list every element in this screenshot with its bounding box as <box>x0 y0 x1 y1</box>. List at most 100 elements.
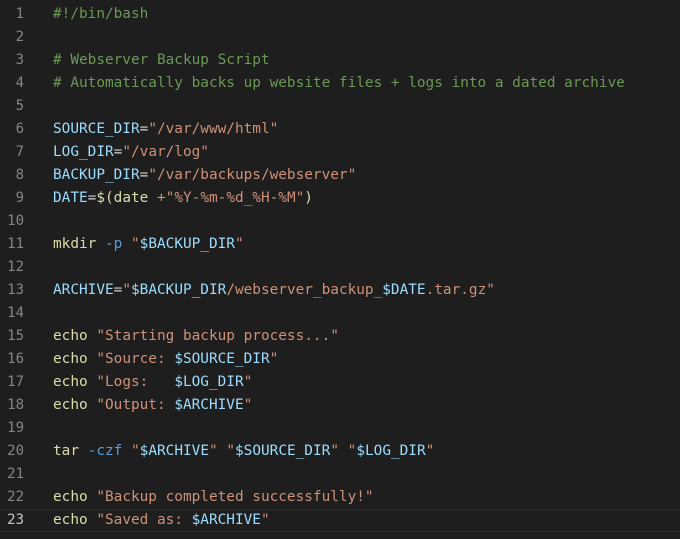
line-number: 7 <box>15 144 24 160</box>
code-text: ARCHIVE="$BACKUP_DIR/webserver_backup_$D… <box>53 279 495 302</box>
code-token: " <box>131 236 140 252</box>
code-token: " <box>243 374 253 390</box>
code-token: echo <box>53 328 88 344</box>
code-text: echo "Backup completed successfully!" <box>53 486 374 509</box>
code-line[interactable]: 18 echo "Output: $ARCHIVE" <box>0 394 680 417</box>
line-number: 5 <box>15 98 24 114</box>
code-token: # Automatically backs up website files +… <box>53 75 625 91</box>
code-token: echo <box>53 374 88 390</box>
code-token: " <box>243 397 253 413</box>
code-token: " <box>330 443 339 459</box>
code-token: " <box>226 443 235 459</box>
code-token: $ARCHIVE <box>174 397 244 413</box>
code-line[interactable]: 15 echo "Starting backup process..." <box>0 325 680 348</box>
code-line[interactable]: 14 <box>0 302 680 325</box>
code-token: "/var/www/html" <box>148 121 279 137</box>
code-token: #!/bin/bash <box>53 6 149 22</box>
code-token: /webserver_backup_ <box>226 282 383 298</box>
code-text: mkdir -p "$BACKUP_DIR" <box>53 233 244 256</box>
code-line[interactable]: 8 BACKUP_DIR="/var/backups/webserver" <box>0 164 680 187</box>
code-text: tar -czf "$ARCHIVE" "$SOURCE_DIR" "$LOG_… <box>53 440 434 463</box>
code-token: " <box>131 443 140 459</box>
code-text: BACKUP_DIR="/var/backups/webserver" <box>53 164 356 187</box>
line-number: 3 <box>15 52 24 68</box>
code-token: DATE <box>53 190 88 206</box>
code-token: $LOG_DIR <box>356 443 426 459</box>
code-line[interactable]: 3 # Webserver Backup Script <box>0 49 680 72</box>
code-line[interactable]: 12 <box>0 256 680 279</box>
code-token: "%Y-%m-%d_%H-%M" <box>165 190 305 206</box>
code-line[interactable]: 20 tar -czf "$ARCHIVE" "$SOURCE_DIR" "$LO… <box>0 440 680 463</box>
code-token: $SOURCE_DIR <box>174 351 270 367</box>
code-line[interactable]: 13 ARCHIVE="$BACKUP_DIR/webserver_backup_… <box>0 279 680 302</box>
code-token: $SOURCE_DIR <box>235 443 331 459</box>
code-token: $ <box>96 190 105 206</box>
code-token: ( <box>105 190 114 206</box>
code-token: = <box>139 121 149 137</box>
code-text: #!/bin/bash <box>53 3 148 26</box>
code-line[interactable]: 21 <box>0 463 680 486</box>
line-number: 14 <box>7 305 24 321</box>
code-editor[interactable]: 1 #!/bin/bash 2 3 # Webserver Backup Script 4… <box>0 0 680 539</box>
line-number: 9 <box>15 190 24 206</box>
line-number: 2 <box>15 29 24 45</box>
code-line[interactable]: 5 <box>0 95 680 118</box>
code-text: LOG_DIR="/var/log" <box>53 141 209 164</box>
line-number: 10 <box>7 213 24 229</box>
code-text: echo "Saved as: $ARCHIVE" <box>53 510 270 531</box>
code-line[interactable]: 9 DATE=$(date +"%Y-%m-%d_%H-%M") <box>0 187 680 210</box>
code-text: echo "Starting backup process..." <box>53 325 339 348</box>
code-text: DATE=$(date +"%Y-%m-%d_%H-%M") <box>53 187 313 210</box>
code-token: "Saved as: <box>96 512 192 528</box>
code-token: "/var/backups/webserver" <box>148 167 357 183</box>
code-line[interactable]: 7 LOG_DIR="/var/log" <box>0 141 680 164</box>
code-line[interactable]: 17 echo "Logs: $LOG_DIR" <box>0 371 680 394</box>
code-token: "Output: <box>96 397 175 413</box>
code-token: $LOG_DIR <box>174 374 244 390</box>
code-line[interactable]: 4 # Automatically backs up website files … <box>0 72 680 95</box>
code-line[interactable]: 16 echo "Source: $SOURCE_DIR" <box>0 348 680 371</box>
code-text: SOURCE_DIR="/var/www/html" <box>53 118 278 141</box>
code-token: -czf <box>87 443 123 459</box>
line-number: 6 <box>15 121 24 137</box>
code-token: "/var/log" <box>122 144 209 160</box>
code-token: "Backup completed successfully!" <box>96 489 374 505</box>
code-token: " <box>269 351 279 367</box>
code-token: " <box>260 512 270 528</box>
code-line[interactable]: 19 <box>0 417 680 440</box>
line-number: 23 <box>7 512 24 528</box>
code-token: " <box>425 443 435 459</box>
code-line[interactable]: 23 echo "Saved as: $ARCHIVE" <box>0 509 680 532</box>
code-line[interactable]: 11 mkdir -p "$BACKUP_DIR" <box>0 233 680 256</box>
code-line[interactable]: 10 <box>0 210 680 233</box>
code-token: tar <box>53 443 79 459</box>
line-number: 4 <box>15 75 24 91</box>
line-number: 21 <box>7 466 24 482</box>
code-text: # Webserver Backup Script <box>53 49 270 72</box>
code-token: SOURCE_DIR <box>53 121 140 137</box>
code-token: BACKUP_DIR <box>53 167 140 183</box>
code-line[interactable]: 2 <box>0 26 680 49</box>
code-token: echo <box>53 489 88 505</box>
code-token: = <box>139 167 149 183</box>
code-line[interactable]: 6 SOURCE_DIR="/var/www/html" <box>0 118 680 141</box>
code-token: "Source: <box>96 351 175 367</box>
code-token: $BACKUP_DIR <box>139 236 235 252</box>
code-line[interactable]: 22 echo "Backup completed successfully!" <box>0 486 680 509</box>
code-line[interactable]: 1 #!/bin/bash <box>0 3 680 26</box>
code-token: echo <box>53 512 88 528</box>
line-number: 16 <box>7 351 24 367</box>
code-token: -p <box>105 236 123 252</box>
line-number: 15 <box>7 328 24 344</box>
code-token: "Logs: <box>96 374 175 390</box>
code-token: echo <box>53 351 88 367</box>
code-token: # Webserver Backup Script <box>53 52 270 68</box>
code-token: $BACKUP_DIR <box>131 282 227 298</box>
line-number: 17 <box>7 374 24 390</box>
code-token: " <box>234 236 244 252</box>
code-token: $DATE <box>382 282 426 298</box>
